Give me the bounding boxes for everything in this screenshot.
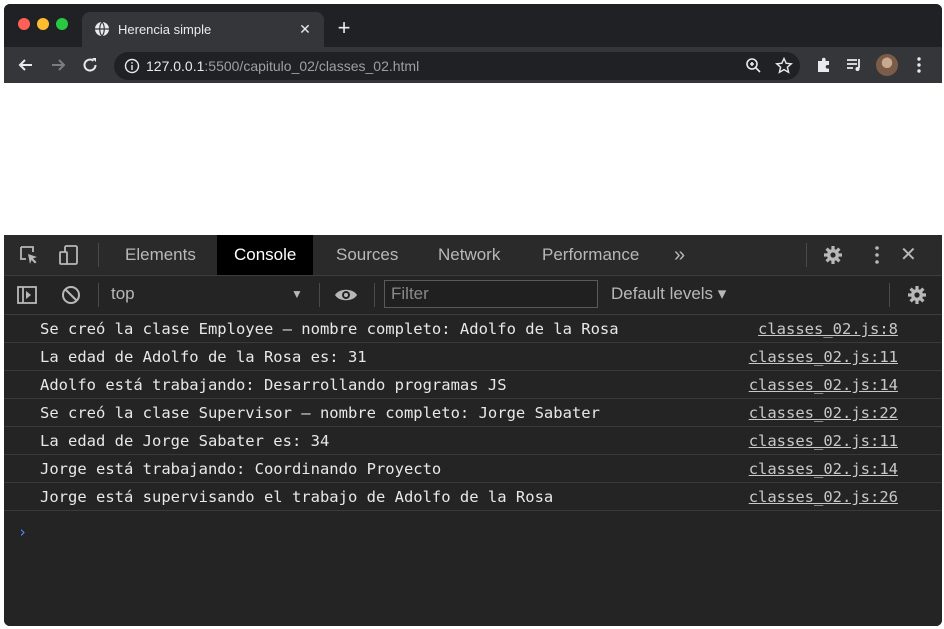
message-text: Se creó la clase Employee – nombre compl… bbox=[40, 320, 619, 338]
info-icon[interactable] bbox=[124, 58, 140, 74]
toolbar-divider bbox=[889, 283, 890, 307]
close-devtools-button[interactable]: ✕ bbox=[890, 235, 927, 275]
browser-tab[interactable]: Herencia simple ✕ bbox=[82, 12, 324, 47]
chevron-down-icon[interactable]: ▼ bbox=[291, 287, 303, 301]
source-link[interactable]: classes_02.js:14 bbox=[749, 460, 898, 478]
devtools-panel: Elements Console Sources Network Perform… bbox=[4, 235, 942, 626]
tab-elements[interactable]: Elements bbox=[108, 235, 213, 275]
back-arrow-icon[interactable] bbox=[16, 55, 36, 75]
console-message: Jorge está supervisando el trabajo de Ad… bbox=[4, 483, 942, 511]
close-window-button[interactable] bbox=[18, 18, 30, 30]
more-tabs-button[interactable]: » bbox=[657, 235, 702, 275]
message-text: Jorge está supervisando el trabajo de Ad… bbox=[40, 488, 554, 506]
more-vertical-icon[interactable] bbox=[909, 55, 929, 75]
media-queue-icon[interactable] bbox=[844, 55, 864, 75]
console-message: La edad de Adolfo de la Rosa es: 31 clas… bbox=[4, 343, 942, 371]
browser-toolbar: 127.0.0.1:5500/capitulo_02/classes_02.ht… bbox=[4, 47, 942, 83]
console-message: Jorge está trabajando: Coordinando Proye… bbox=[4, 455, 942, 483]
profile-avatar[interactable] bbox=[876, 54, 898, 76]
source-link[interactable]: classes_02.js:22 bbox=[749, 404, 898, 422]
console-toolbar: top ▼ Default levels ▾ bbox=[4, 276, 942, 315]
toolbar-divider bbox=[319, 283, 320, 307]
source-link[interactable]: classes_02.js:8 bbox=[758, 320, 898, 338]
message-text: Adolfo está trabajando: Desarrollando pr… bbox=[40, 376, 507, 394]
console-settings-gear-icon[interactable] bbox=[906, 284, 928, 306]
source-link[interactable]: classes_02.js:11 bbox=[749, 432, 898, 450]
browser-window: Herencia simple ✕ + 127.0.0.1:5500/capit… bbox=[4, 4, 942, 626]
console-message: Se creó la clase Employee – nombre compl… bbox=[4, 315, 942, 343]
tab-title: Herencia simple bbox=[118, 22, 212, 37]
tab-strip: Herencia simple ✕ + bbox=[4, 4, 942, 47]
source-link[interactable]: classes_02.js:14 bbox=[749, 376, 898, 394]
filter-field[interactable] bbox=[384, 280, 598, 308]
tab-sources[interactable]: Sources bbox=[319, 235, 415, 275]
device-toolbar-icon[interactable] bbox=[58, 244, 80, 266]
sidebar-toggle-icon[interactable] bbox=[16, 284, 38, 306]
minimize-window-button[interactable] bbox=[37, 18, 49, 30]
forward-arrow-icon[interactable] bbox=[48, 55, 68, 75]
eye-icon[interactable] bbox=[334, 284, 358, 306]
url-text: 127.0.0.1:5500/capitulo_02/classes_02.ht… bbox=[146, 58, 420, 74]
zoom-icon[interactable] bbox=[744, 56, 764, 76]
clear-console-icon[interactable] bbox=[60, 284, 82, 306]
context-select[interactable]: top bbox=[111, 284, 135, 304]
toolbar-divider bbox=[98, 243, 99, 267]
inspect-element-icon[interactable] bbox=[18, 244, 40, 266]
console-messages: Se creó la clase Employee – nombre compl… bbox=[4, 315, 942, 511]
log-levels-dropdown[interactable]: Default levels ▾ bbox=[611, 284, 726, 304]
tab-performance[interactable]: Performance bbox=[525, 235, 656, 275]
maximize-window-button[interactable] bbox=[56, 18, 68, 30]
tab-network[interactable]: Network bbox=[421, 235, 517, 275]
bookmark-star-icon[interactable] bbox=[774, 56, 794, 76]
source-link[interactable]: classes_02.js:26 bbox=[749, 488, 898, 506]
message-text: La edad de Jorge Sabater es: 34 bbox=[40, 432, 330, 450]
page-viewport bbox=[4, 83, 942, 235]
message-text: Se creó la clase Supervisor – nombre com… bbox=[40, 404, 600, 422]
console-message: La edad de Jorge Sabater es: 34 classes_… bbox=[4, 427, 942, 455]
toolbar-divider bbox=[806, 243, 807, 267]
tab-console[interactable]: Console bbox=[217, 235, 314, 275]
more-vertical-icon[interactable] bbox=[866, 244, 888, 266]
filter-input[interactable] bbox=[385, 281, 597, 307]
extensions-puzzle-icon[interactable] bbox=[814, 55, 834, 75]
reload-icon[interactable] bbox=[80, 55, 100, 75]
globe-icon bbox=[95, 21, 109, 37]
new-tab-button[interactable]: + bbox=[334, 17, 354, 39]
message-text: Jorge está trabajando: Coordinando Proye… bbox=[40, 460, 442, 478]
tab-close-icon[interactable]: ✕ bbox=[296, 20, 314, 38]
devtools-tab-bar: Elements Console Sources Network Perform… bbox=[4, 235, 942, 276]
source-link[interactable]: classes_02.js:11 bbox=[749, 348, 898, 366]
console-message: Adolfo está trabajando: Desarrollando pr… bbox=[4, 371, 942, 399]
message-text: La edad de Adolfo de la Rosa es: 31 bbox=[40, 348, 367, 366]
toolbar-divider bbox=[374, 283, 375, 307]
settings-gear-icon[interactable] bbox=[822, 244, 844, 266]
console-message: Se creó la clase Supervisor – nombre com… bbox=[4, 399, 942, 427]
toolbar-divider bbox=[98, 283, 99, 307]
console-prompt[interactable]: › bbox=[18, 523, 27, 541]
address-bar[interactable]: 127.0.0.1:5500/capitulo_02/classes_02.ht… bbox=[114, 52, 800, 80]
